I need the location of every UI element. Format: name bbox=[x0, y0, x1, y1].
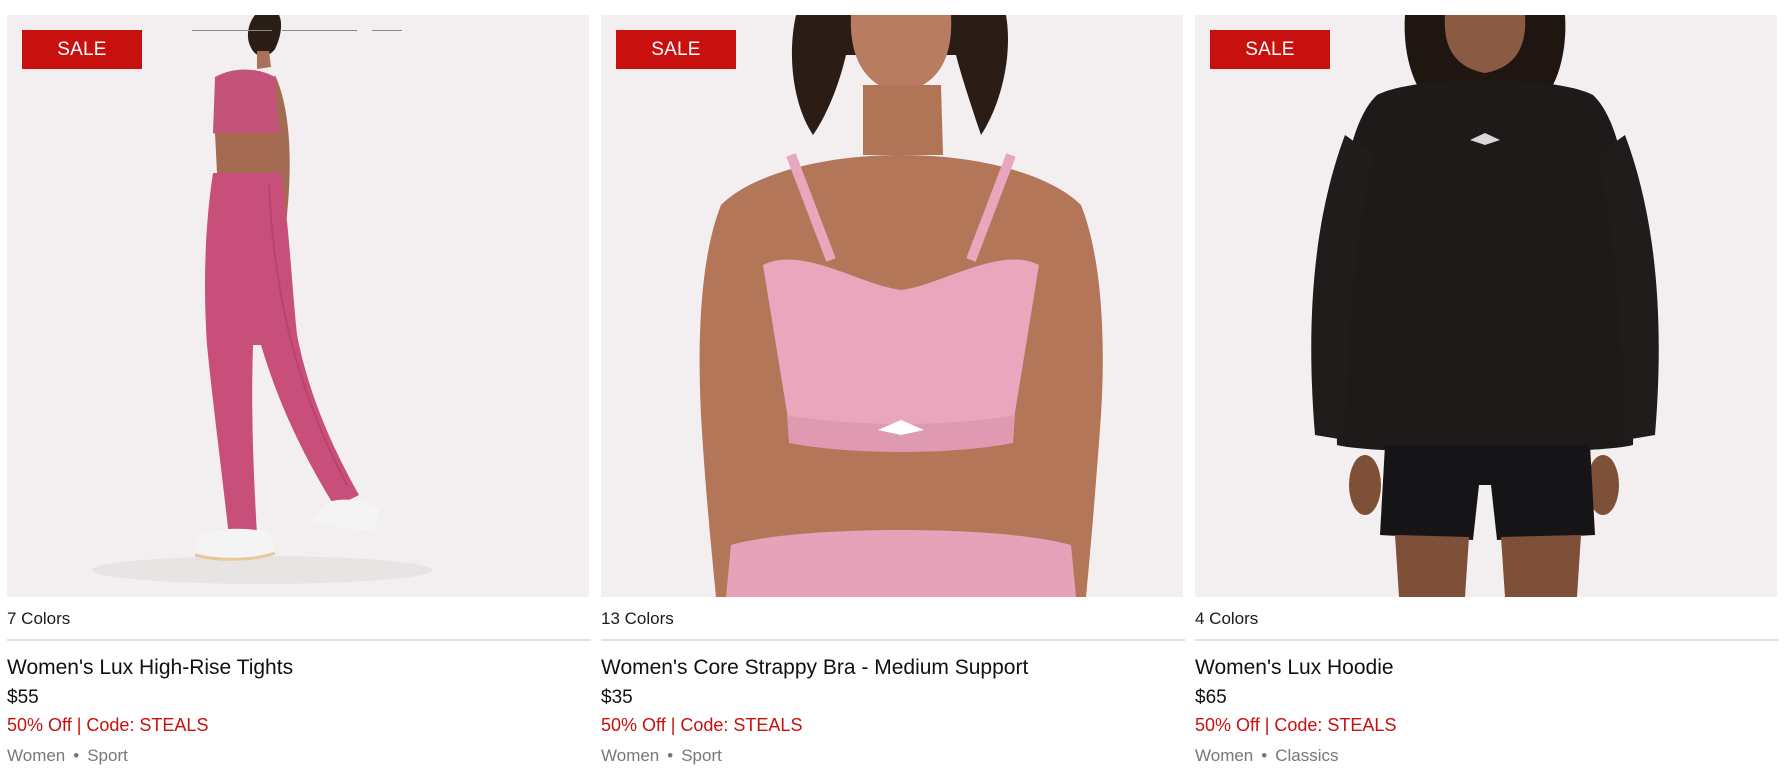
category-label: Sport bbox=[87, 746, 128, 765]
product-image[interactable]: SALE bbox=[601, 15, 1183, 597]
separator: • bbox=[1261, 746, 1268, 765]
product-name[interactable]: Women's Core Strappy Bra - Medium Suppor… bbox=[601, 654, 1183, 682]
separator: • bbox=[667, 746, 674, 765]
promo-text: 50% Off | Code: STEALS bbox=[601, 715, 803, 735]
promo-text: 50% Off | Code: STEALS bbox=[1195, 715, 1397, 735]
product-price: $55 bbox=[7, 687, 39, 708]
gender-label: Women bbox=[601, 746, 660, 765]
category-label: Classics bbox=[1275, 746, 1339, 765]
image-carousel-indicator[interactable] bbox=[192, 30, 402, 32]
sale-badge: SALE bbox=[22, 30, 142, 69]
divider bbox=[7, 639, 591, 641]
separator: • bbox=[73, 746, 80, 765]
divider bbox=[1195, 639, 1779, 641]
product-price: $65 bbox=[1195, 687, 1227, 708]
promo-text: 50% Off | Code: STEALS bbox=[7, 715, 209, 735]
product-card[interactable]: SALE 7 Colors Women's Lux High-Rise Tigh… bbox=[7, 15, 591, 768]
sale-badge: SALE bbox=[616, 30, 736, 69]
product-meta: Women • Sport bbox=[601, 744, 1183, 768]
product-name[interactable]: Women's Lux Hoodie bbox=[1195, 654, 1777, 682]
product-photo-hoodie bbox=[1311, 15, 1659, 597]
product-name[interactable]: Women's Lux High-Rise Tights bbox=[7, 654, 589, 682]
color-count[interactable]: 13 Colors bbox=[601, 608, 1183, 630]
product-image[interactable]: SALE bbox=[7, 15, 589, 597]
gender-label: Women bbox=[1195, 746, 1254, 765]
product-photo-tights bbox=[92, 15, 432, 584]
product-card[interactable]: SALE 4 Colors Women's Lux Hoodie $65 50%… bbox=[1195, 15, 1779, 768]
product-image[interactable]: SALE bbox=[1195, 15, 1777, 597]
product-grid: SALE 7 Colors Women's Lux High-Rise Tigh… bbox=[7, 15, 1779, 768]
color-count[interactable]: 4 Colors bbox=[1195, 608, 1777, 630]
category-label: Sport bbox=[681, 746, 722, 765]
product-meta: Women • Classics bbox=[1195, 744, 1777, 768]
product-price: $35 bbox=[601, 687, 633, 708]
divider bbox=[601, 639, 1185, 641]
color-count[interactable]: 7 Colors bbox=[7, 608, 589, 630]
sale-badge: SALE bbox=[1210, 30, 1330, 69]
gender-label: Women bbox=[7, 746, 66, 765]
product-card[interactable]: SALE 13 Colors Women's Core Strappy Bra … bbox=[601, 15, 1185, 768]
product-photo-bra bbox=[699, 15, 1103, 597]
product-meta: Women • Sport bbox=[7, 744, 589, 768]
